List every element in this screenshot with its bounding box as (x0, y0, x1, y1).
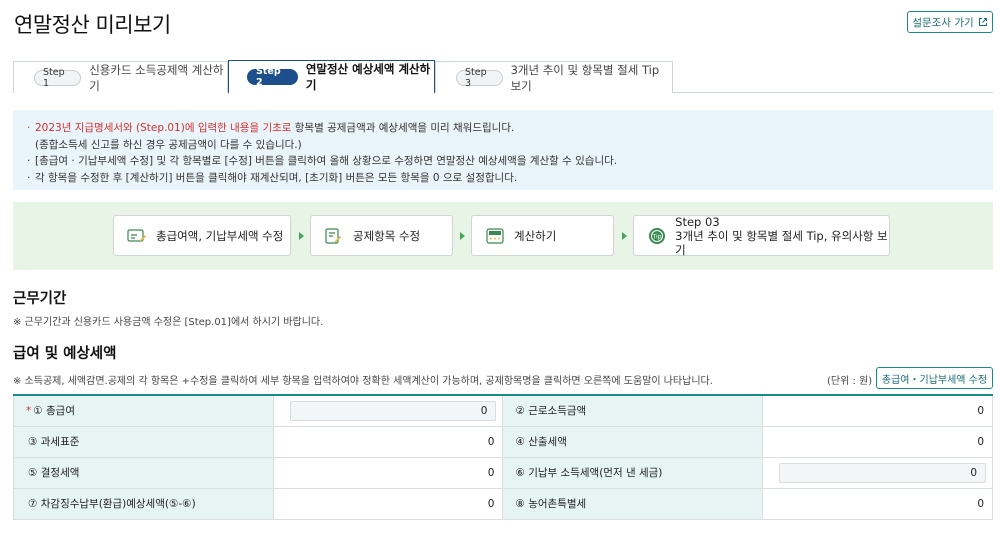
earned-income-label[interactable]: ② 근로소득금액 (502, 394, 764, 427)
required-mark: * (26, 405, 32, 418)
determined-tax-value: 0 (272, 456, 504, 489)
tab-step2[interactable]: Step 2 연말정산 예상세액 계산하기 (228, 60, 435, 94)
step-calculate-label: 계산하기 (514, 228, 557, 243)
table-row: ⑤ 결정세액 0 ⑥ 기납부 소득세액(먼저 낸 세금) 0 (13, 456, 993, 489)
notice-line3: [총급여 · 기납부세액 수정] 및 각 항목별로 [수정] 버튼을 클릭하여 … (35, 155, 618, 167)
rural-special-tax-value: 0 (762, 487, 993, 520)
tab-step2-badge: Step 2 (247, 66, 298, 88)
tab-step1[interactable]: Step 1 신용카드 소득공제액 계산하기 (13, 61, 228, 93)
notice-box: · 2023년 지급명세서와 (Step.01)에 입력한 내용을 기초로 항목별… (13, 110, 993, 190)
calculator-icon (485, 227, 505, 244)
total-salary-cell: 0 (272, 394, 504, 427)
earned-income-value: 0 (762, 394, 993, 427)
external-link-icon (978, 17, 987, 27)
step-calculate[interactable]: 계산하기 (471, 215, 614, 256)
step-tabs: Step 1 신용카드 소득공제액 계산하기 Step 2 연말정산 예상세액 … (13, 60, 993, 94)
tax-base-value: 0 (272, 425, 504, 458)
step-arrow (299, 232, 304, 240)
determined-tax-label[interactable]: ⑤ 결정세액 (13, 456, 274, 489)
table-row: * ① 총급여 0 ② 근로소득금액 0 (13, 394, 993, 427)
prepaid-tax-label[interactable]: ⑥ 기납부 소득세액(먼저 낸 세금) (502, 456, 764, 489)
calculated-tax-label[interactable]: ④ 산출세액 (502, 425, 764, 458)
unit-label: (단위 : 원) (827, 376, 873, 387)
step-arrow (622, 232, 627, 240)
step-deduction-edit[interactable]: 공제항목 수정 (310, 215, 453, 256)
calculated-tax-value: 0 (762, 425, 993, 458)
step-tip-label: Step 03 3개년 추이 및 항목별 절세 Tip, 유의사항 보기 (675, 215, 889, 257)
salary-tax-title: 급여 및 예상세액 (13, 346, 117, 362)
survey-button-label: 설문조사 가기 (912, 16, 974, 29)
expected-tax-label[interactable]: ⑦ 차감징수납부(환급)예상세액(⑤-⑥) (13, 487, 274, 520)
tip-icon: Tip (647, 227, 666, 244)
tab-step3-label: 3개년 추이 및 항목별 절세 Tip 보기 (510, 62, 660, 93)
work-period-title: 근무기간 (13, 291, 67, 307)
total-salary-field: 0 (289, 400, 497, 421)
svg-text:Tip: Tip (651, 233, 661, 240)
step-arrow (460, 232, 465, 240)
process-steps: 총급여액, 기납부세액 수정 공제항목 수정 계산하기 Tip Step 03 … (13, 202, 993, 270)
tax-base-label[interactable]: ③ 과세표준 (13, 425, 274, 458)
rural-special-tax-label[interactable]: ⑧ 농어촌특별세 (502, 487, 764, 520)
survey-button[interactable]: 설문조사 가기 (907, 11, 993, 33)
salary-tax-note: ※ 소득공제, 세액감면.공제의 각 항목은 +수정을 클릭하여 세부 항목을 … (13, 376, 713, 387)
page-title: 연말정산 미리보기 (14, 13, 171, 37)
total-salary-label[interactable]: * ① 총급여 (13, 394, 274, 427)
step-deduction-edit-label: 공제항목 수정 (353, 228, 421, 243)
table-row: ⑦ 차감징수납부(환급)예상세액(⑤-⑥) 0 ⑧ 농어촌특별세 0 (13, 487, 993, 520)
prepaid-tax-field: 0 (779, 462, 986, 483)
salary-edit-icon (127, 228, 147, 244)
step-tip-line1: Step 03 (675, 214, 720, 229)
table-row: ③ 과세표준 0 ④ 산출세액 0 (13, 425, 993, 458)
tab-step3-badge: Step 3 (456, 67, 503, 89)
deduction-edit-icon (324, 227, 344, 244)
tab-step1-label: 신용카드 소득공제액 계산하기 (89, 62, 224, 93)
tab-step1-badge: Step 1 (34, 67, 82, 89)
prepaid-tax-cell: 0 (762, 456, 993, 489)
notice-line2: (종합소득세 신고를 하신 경우 공제금액이 다를 수 있습니다.) (35, 138, 302, 151)
expected-tax-value: 0 (272, 487, 504, 520)
step-tip[interactable]: Tip Step 03 3개년 추이 및 항목별 절세 Tip, 유의사항 보기 (633, 215, 890, 257)
tab-step3[interactable]: Step 3 3개년 추이 및 항목별 절세 Tip 보기 (435, 61, 673, 93)
notice-line4: 각 항목을 수정한 후 [계산하기] 버튼을 클릭해야 재계산되며, [초기화]… (35, 171, 518, 184)
salary-tax-table: * ① 총급여 0 ② 근로소득금액 0 ③ 과세표준 0 ④ 산출세액 0 ⑤ … (13, 394, 993, 520)
notice-line1-highlight: 2023년 지급명세서와 (Step.01)에 입력한 내용을 기초로 (35, 122, 292, 134)
step-salary-edit[interactable]: 총급여액, 기납부세액 수정 (113, 215, 291, 256)
notice-line1-text: 항목별 공제금액과 예상세액을 미리 채워드립니다. (291, 122, 515, 134)
step-salary-edit-label: 총급여액, 기납부세액 수정 (156, 228, 284, 243)
salary-tax-edit-button[interactable]: 총급여・기납부세액 수정 (876, 367, 993, 389)
step-tip-line2: 3개년 추이 및 항목별 절세 Tip, 유의사항 보기 (675, 228, 888, 257)
tab-step2-label: 연말정산 예상세액 계산하기 (305, 61, 431, 92)
work-period-note: ※ 근무기간과 신용카드 사용금액 수정은 [Step.01]에서 하시기 바랍… (13, 317, 324, 328)
